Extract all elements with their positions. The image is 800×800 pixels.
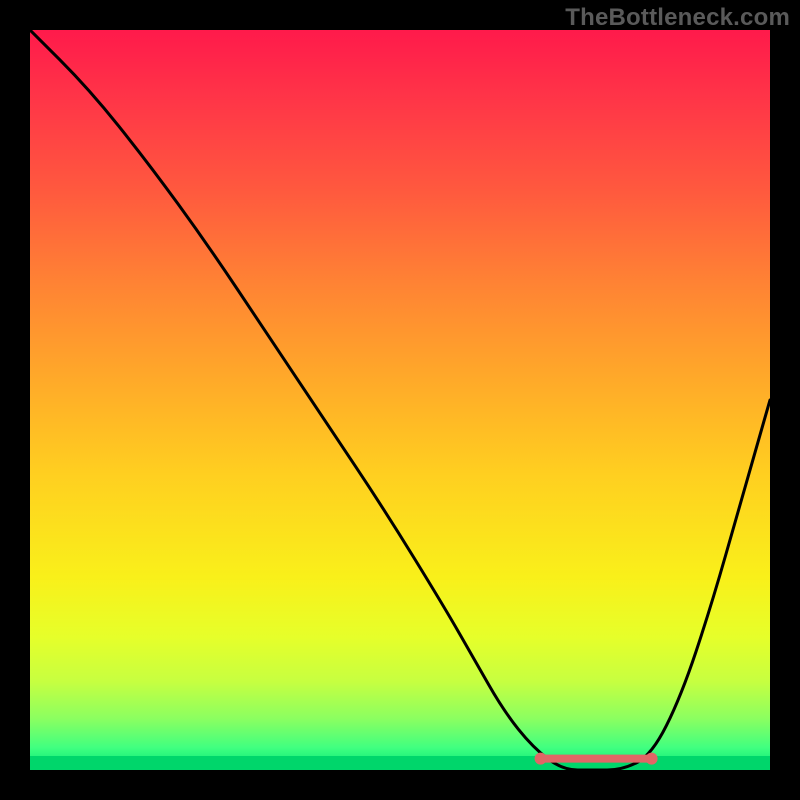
bottleneck-curve (30, 30, 770, 770)
chart-frame: TheBottleneck.com (0, 0, 800, 800)
curve-layer (30, 30, 770, 770)
watermark-text: TheBottleneck.com (565, 4, 790, 32)
plot-area (30, 30, 770, 770)
